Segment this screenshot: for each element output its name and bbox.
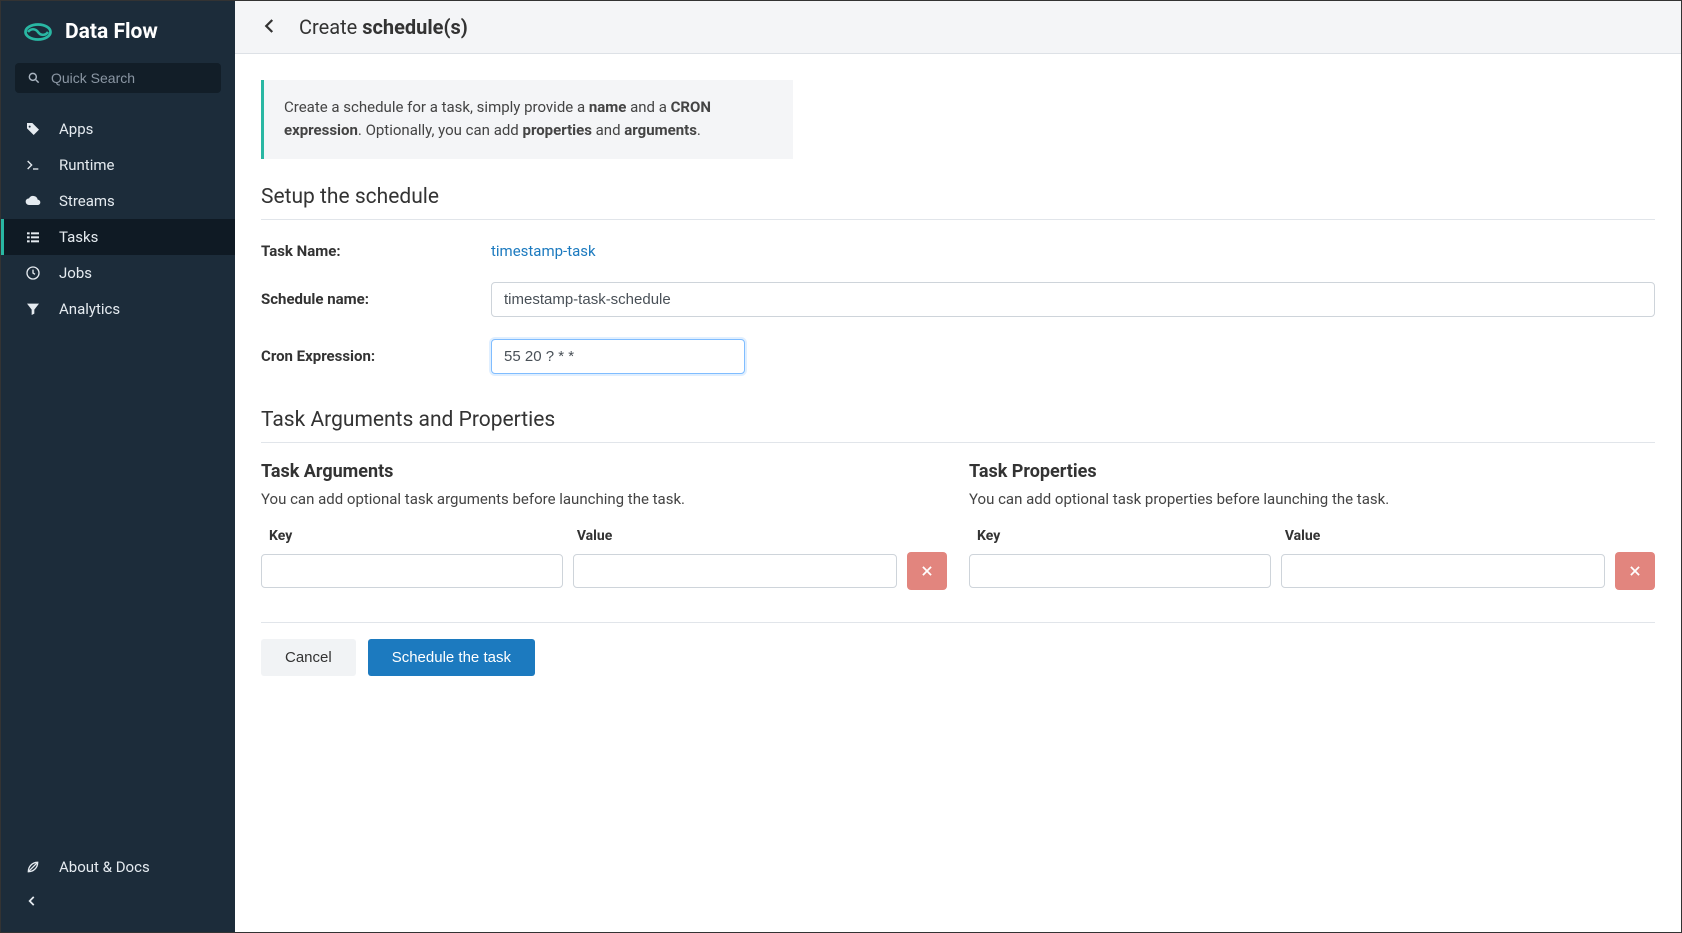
nav-label: Analytics xyxy=(59,300,120,318)
page-title-prefix: Create xyxy=(299,15,362,39)
divider xyxy=(261,442,1655,443)
args-value-header: Value xyxy=(573,528,947,544)
props-value-input[interactable] xyxy=(1281,554,1605,588)
task-properties-col: Task Properties You can add optional tas… xyxy=(969,461,1655,590)
args-delete-button[interactable] xyxy=(907,552,947,590)
divider xyxy=(261,219,1655,220)
task-arguments-col: Task Arguments You can add optional task… xyxy=(261,461,947,590)
search-wrap xyxy=(1,63,235,103)
close-icon xyxy=(920,564,934,578)
section-setup-title: Setup the schedule xyxy=(261,185,1655,209)
row-cron: Cron Expression: xyxy=(261,339,1655,374)
logo-icon xyxy=(23,17,53,47)
args-row xyxy=(261,552,947,590)
task-properties-heading: Task Properties xyxy=(969,461,1655,482)
info-text: and xyxy=(592,121,624,139)
search-icon xyxy=(27,71,41,85)
props-delete-button[interactable] xyxy=(1615,552,1655,590)
nav-runtime[interactable]: Runtime xyxy=(1,147,235,183)
args-key-header: Key xyxy=(261,528,563,544)
schedule-name-input[interactable] xyxy=(491,282,1655,317)
footer-label: About & Docs xyxy=(59,858,150,876)
row-task-name: Task Name: timestamp-task xyxy=(261,242,1655,260)
nav-label: Tasks xyxy=(59,228,98,246)
info-strong: properties xyxy=(523,121,592,139)
nav-streams[interactable]: Streams xyxy=(1,183,235,219)
nav-label: Apps xyxy=(59,120,93,138)
nav-tasks[interactable]: Tasks xyxy=(1,219,235,255)
main: Create schedule(s) Create a schedule for… xyxy=(235,1,1681,932)
nav-apps[interactable]: Apps xyxy=(1,111,235,147)
cron-input[interactable] xyxy=(491,339,745,374)
about-docs[interactable]: About & Docs xyxy=(1,848,235,886)
sidebar-footer: About & Docs xyxy=(1,848,235,932)
props-key-header: Key xyxy=(969,528,1271,544)
search-box[interactable] xyxy=(15,63,221,93)
brand-name: Data Flow xyxy=(65,20,158,44)
close-icon xyxy=(1628,564,1642,578)
task-arguments-desc: You can add optional task arguments befo… xyxy=(261,490,947,508)
info-strong: arguments xyxy=(624,121,697,139)
args-key-input[interactable] xyxy=(261,554,563,588)
row-schedule-name: Schedule name: xyxy=(261,282,1655,317)
props-header: Key Value xyxy=(969,528,1655,544)
props-table: Key Value xyxy=(969,528,1655,590)
page-title-strong: schedule(s) xyxy=(362,15,468,39)
page-title: Create schedule(s) xyxy=(299,15,468,39)
info-box: Create a schedule for a task, simply pro… xyxy=(261,80,793,159)
leaf-icon xyxy=(25,859,41,875)
props-row xyxy=(969,552,1655,590)
cancel-button[interactable]: Cancel xyxy=(261,639,356,676)
actions: Cancel Schedule the task xyxy=(261,622,1655,676)
info-text: . xyxy=(697,121,701,139)
nav-label: Jobs xyxy=(59,264,92,282)
args-value-input[interactable] xyxy=(573,554,897,588)
chevron-left-icon xyxy=(25,894,39,908)
task-name-label: Task Name: xyxy=(261,242,491,260)
back-button[interactable] xyxy=(261,17,281,37)
list-icon xyxy=(25,229,41,245)
task-arguments-heading: Task Arguments xyxy=(261,461,947,482)
nav: Apps Runtime Streams Tasks Jobs xyxy=(1,111,235,327)
schedule-name-label: Schedule name: xyxy=(261,290,491,308)
tag-icon xyxy=(25,121,41,137)
sidebar-collapse[interactable] xyxy=(1,886,235,922)
schedule-task-button[interactable]: Schedule the task xyxy=(368,639,535,676)
search-input[interactable] xyxy=(51,70,232,86)
nav-label: Runtime xyxy=(59,156,114,174)
nav-label: Streams xyxy=(59,192,115,210)
content: Create a schedule for a task, simply pro… xyxy=(235,54,1681,706)
cron-label: Cron Expression: xyxy=(261,347,491,365)
task-properties-desc: You can add optional task properties bef… xyxy=(969,490,1655,508)
sidebar: Data Flow Apps Runtime xyxy=(1,1,235,932)
columns: Task Arguments You can add optional task… xyxy=(261,461,1655,590)
info-strong: name xyxy=(589,98,627,116)
cloud-icon xyxy=(25,193,41,209)
task-name-link[interactable]: timestamp-task xyxy=(491,242,596,260)
info-text: . Optionally, you can add xyxy=(358,121,523,139)
args-header: Key Value xyxy=(261,528,947,544)
nav-analytics[interactable]: Analytics xyxy=(1,291,235,327)
brand: Data Flow xyxy=(1,1,235,63)
filter-icon xyxy=(25,301,41,317)
section-args-props-title: Task Arguments and Properties xyxy=(261,408,1655,432)
props-key-input[interactable] xyxy=(969,554,1271,588)
nav-jobs[interactable]: Jobs xyxy=(1,255,235,291)
info-text: and a xyxy=(626,98,670,116)
props-value-header: Value xyxy=(1281,528,1655,544)
clock-icon xyxy=(25,265,41,281)
args-table: Key Value xyxy=(261,528,947,590)
terminal-icon xyxy=(25,157,41,173)
topbar: Create schedule(s) xyxy=(235,1,1681,54)
info-text: Create a schedule for a task, simply pro… xyxy=(284,98,589,116)
